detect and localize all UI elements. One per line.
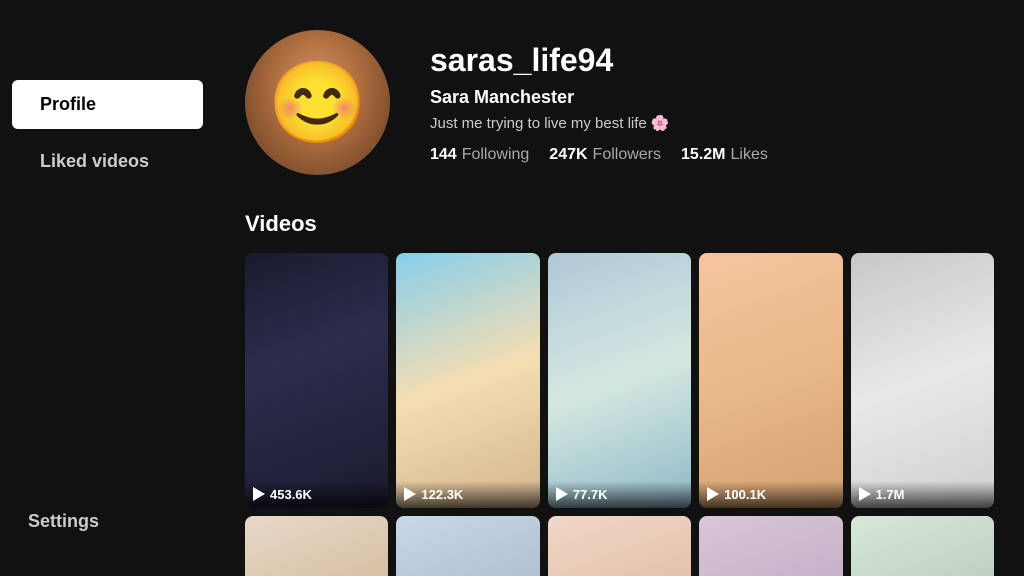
- profile-info: saras_life94 Sara Manchester Just me try…: [430, 42, 994, 164]
- video-view-count: 453.6K: [270, 487, 312, 502]
- followers-label: Followers: [593, 146, 661, 164]
- play-icon: [556, 487, 568, 501]
- video-card[interactable]: 122.3K: [396, 253, 539, 508]
- sidebar-spacer: [0, 194, 215, 489]
- video-view-count: 100.1K: [724, 487, 766, 502]
- video-thumbnail: [851, 253, 994, 508]
- video-thumbnail: [396, 253, 539, 508]
- followers-count: 247K: [549, 146, 587, 164]
- video-grid: 453.6K 122.3K 77.7K 100.1K 1.7M 88.2K54.3K210…: [245, 253, 994, 576]
- video-overlay: 453.6K: [245, 481, 388, 508]
- video-thumbnail: [548, 253, 691, 508]
- following-count: 144: [430, 146, 457, 164]
- stat-following: 144 Following: [430, 146, 529, 164]
- video-card[interactable]: 54.3K: [396, 516, 539, 576]
- stat-likes: 15.2M Likes: [681, 146, 768, 164]
- video-card[interactable]: 88.2K: [245, 516, 388, 576]
- likes-label: Likes: [730, 146, 767, 164]
- video-thumbnail: [699, 253, 842, 508]
- profile-username: saras_life94: [430, 42, 994, 79]
- video-card[interactable]: 77.7K: [548, 253, 691, 508]
- profile-header: saras_life94 Sara Manchester Just me try…: [245, 30, 994, 175]
- play-icon: [859, 487, 871, 501]
- video-card[interactable]: 210K: [548, 516, 691, 576]
- video-overlay: 1.7M: [851, 481, 994, 508]
- profile-realname: Sara Manchester: [430, 87, 994, 108]
- video-view-count: 1.7M: [876, 487, 905, 502]
- stat-followers: 247K Followers: [549, 146, 661, 164]
- video-thumbnail: [851, 516, 994, 576]
- video-thumbnail: [699, 516, 842, 576]
- video-overlay: 122.3K: [396, 481, 539, 508]
- video-view-count: 122.3K: [421, 487, 463, 502]
- avatar: [245, 30, 390, 175]
- main-content: saras_life94 Sara Manchester Just me try…: [215, 0, 1024, 576]
- video-overlay: 100.1K: [699, 481, 842, 508]
- video-thumbnail: [396, 516, 539, 576]
- play-icon: [707, 487, 719, 501]
- video-thumbnail: [548, 516, 691, 576]
- sidebar-settings-label: Settings: [28, 511, 99, 531]
- sidebar: Profile Liked videos Settings: [0, 0, 215, 576]
- sidebar-profile-label: Profile: [40, 94, 96, 114]
- videos-section: Videos 453.6K 122.3K 77.7K 100.1K 1.7M 88.2K5…: [245, 211, 994, 576]
- video-card[interactable]: 33.9K: [699, 516, 842, 576]
- video-card[interactable]: 100.1K: [699, 253, 842, 508]
- profile-stats: 144 Following 247K Followers 15.2M Likes: [430, 146, 994, 164]
- play-icon: [404, 487, 416, 501]
- sidebar-liked-label: Liked videos: [40, 151, 149, 171]
- video-overlay: 77.7K: [548, 481, 691, 508]
- sidebar-item-liked-videos[interactable]: Liked videos: [12, 137, 203, 186]
- following-label: Following: [462, 146, 530, 164]
- video-view-count: 77.7K: [573, 487, 608, 502]
- sidebar-item-settings[interactable]: Settings: [0, 497, 215, 546]
- profile-bio: Just me trying to live my best life 🌸: [430, 114, 994, 132]
- play-icon: [253, 487, 265, 501]
- videos-section-title: Videos: [245, 211, 994, 237]
- video-card[interactable]: 453.6K: [245, 253, 388, 508]
- video-thumbnail: [245, 516, 388, 576]
- sidebar-item-profile[interactable]: Profile: [12, 80, 203, 129]
- avatar-image: [245, 30, 390, 175]
- video-thumbnail: [245, 253, 388, 508]
- likes-count: 15.2M: [681, 146, 725, 164]
- video-card[interactable]: 1.7M: [851, 253, 994, 508]
- video-card[interactable]: 67.5K: [851, 516, 994, 576]
